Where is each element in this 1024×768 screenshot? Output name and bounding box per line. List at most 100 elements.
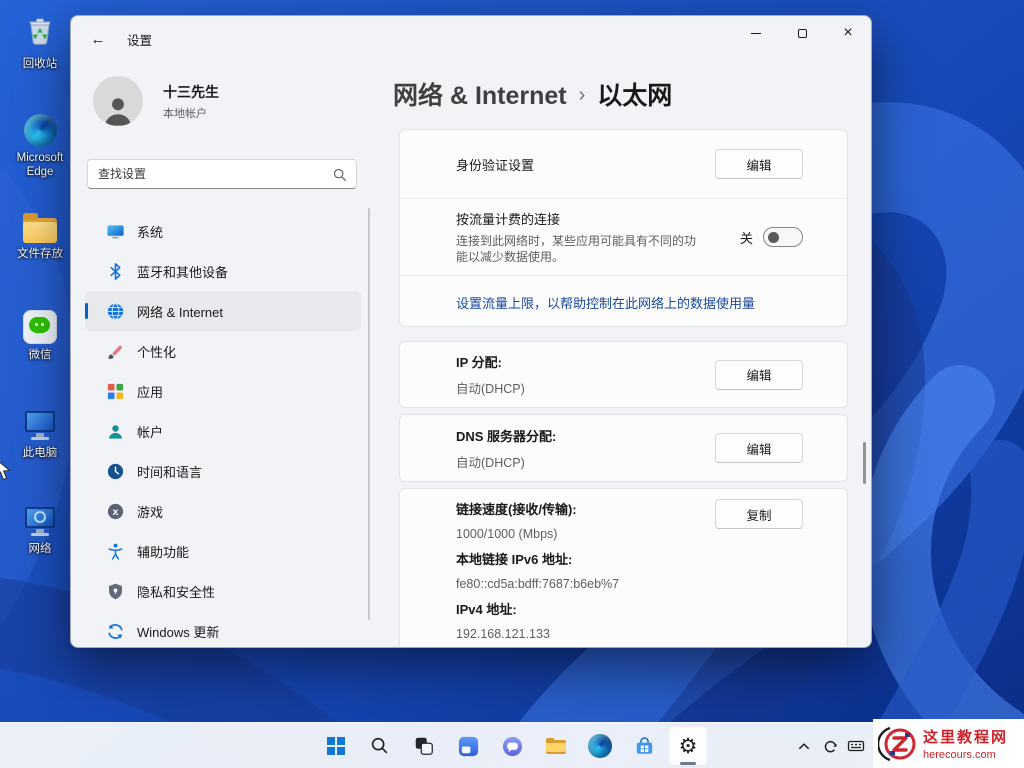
user-profile[interactable]: 十三先生 本地帐户 <box>93 76 219 126</box>
avatar <box>93 76 143 126</box>
edge-button[interactable] <box>580 726 620 766</box>
start-button[interactable] <box>316 726 356 766</box>
personalization-icon <box>105 341 125 361</box>
search-button[interactable] <box>360 726 400 766</box>
content-scrollbar-thumb[interactable] <box>863 442 866 484</box>
desktop: 回收站 Microsoft Edge 文件存放 微信 此电脑 网络 ← 设置 × <box>0 0 1024 768</box>
copy-button[interactable]: 复制 <box>715 499 803 529</box>
keyboard-icon <box>847 740 865 752</box>
toggle-switch[interactable] <box>763 227 803 247</box>
desktop-icon-folder[interactable]: 文件存放 <box>8 212 72 261</box>
sidebar-item-accessibility[interactable]: 辅助功能 <box>85 531 361 571</box>
sidebar-scrollbar[interactable] <box>368 208 370 620</box>
page-title: 以太网 <box>597 82 673 110</box>
sidebar-item-gaming[interactable]: x 游戏 <box>85 491 361 531</box>
desktop-icon-network[interactable]: 网络 <box>8 504 72 556</box>
desktop-icon-label: 微信 <box>28 349 52 361</box>
sidebar-item-accounts[interactable]: 帐户 <box>85 411 361 451</box>
watermark-site-url: herecours.com <box>923 749 996 761</box>
store-icon <box>636 736 652 754</box>
apps-icon <box>105 381 125 401</box>
dns-assignment-label: DNS 服务器分配: <box>456 428 557 444</box>
search-icon <box>333 168 346 181</box>
titlebar: ← 设置 × <box>71 16 871 62</box>
store-button[interactable] <box>624 726 664 766</box>
svg-text:x: x <box>112 507 118 518</box>
file-explorer-button[interactable] <box>536 726 576 766</box>
network-globe-icon <box>105 301 125 321</box>
windows-logo-icon <box>327 737 345 755</box>
bluetooth-icon <box>105 261 125 281</box>
metered-connection-row: 按流量计费的连接 连接到此网络时，某些应用可能具有不同的功能以减少数据使用。 关 <box>400 199 847 275</box>
accessibility-icon <box>105 541 125 561</box>
system-icon <box>105 221 125 241</box>
auth-edit-button[interactable]: 编辑 <box>715 149 803 179</box>
user-name: 十三先生 <box>163 83 219 100</box>
sidebar-item-apps[interactable]: 应用 <box>85 371 361 411</box>
wechat-icon <box>23 310 57 344</box>
sidebar: 十三先生 本地帐户 系统 蓝牙和其他设备 网络 & <box>71 62 387 647</box>
toggle-state-label: 关 <box>739 230 753 246</box>
watermark-logo-icon <box>878 726 916 761</box>
metered-toggle[interactable]: 关 <box>740 227 803 247</box>
dns-edit-button[interactable]: 编辑 <box>715 433 803 463</box>
search-input[interactable] <box>88 167 332 181</box>
settings-window: ← 设置 × 十三先生 本地帐户 查找设置 系统 蓝牙和其他设备 网络 & In… <box>70 15 872 648</box>
desktop-icon-edge[interactable]: Microsoft Edge <box>8 114 72 179</box>
settings-button[interactable]: ⚙ <box>668 726 708 766</box>
chevron-up-icon <box>798 743 810 750</box>
widgets-icon <box>458 736 478 756</box>
widgets-button[interactable] <box>448 726 488 766</box>
desktop-icon-recycle-bin[interactable]: 回收站 <box>8 14 72 71</box>
sidebar-item-privacy-security[interactable]: 隐私和安全性 <box>85 571 361 611</box>
ipv6-address-label: 本地链接 IPv6 地址: <box>456 552 573 567</box>
this-pc-icon <box>23 408 57 442</box>
sidebar-item-bluetooth-devices[interactable]: 蓝牙和其他设备 <box>85 251 361 291</box>
tray-chevron-button[interactable] <box>792 730 816 762</box>
ipv4-address-value: 192.168.121.133 <box>456 627 550 641</box>
windows-update-icon <box>105 621 125 641</box>
ipv6-address-value: fe80::cd5a:bdff:7687:b6eb%7 <box>456 577 620 591</box>
ip-edit-button[interactable]: 编辑 <box>715 359 803 390</box>
settings-search[interactable] <box>87 159 357 189</box>
data-limit-link[interactable]: 设置流量上限，以帮助控制在此网络上的数据使用量 <box>456 293 755 312</box>
sidebar-item-windows-update[interactable]: Windows 更新 <box>85 611 361 647</box>
minimize-button[interactable] <box>733 16 779 50</box>
ipv4-address-label: IPv4 地址: <box>456 602 517 617</box>
metered-title: 按流量计费的连接 <box>456 212 561 227</box>
sync-arrow-icon <box>824 740 836 752</box>
account-type: 本地帐户 <box>163 107 207 120</box>
search-icon <box>371 737 388 754</box>
system-tray <box>792 723 868 768</box>
maximize-button[interactable] <box>779 16 825 50</box>
metered-description: 连接到此网络时，某些应用可能具有不同的功能以减少数据使用。 <box>456 234 697 264</box>
tray-sync-button[interactable] <box>818 730 842 762</box>
breadcrumb-root[interactable]: 网络 & Internet <box>393 76 567 112</box>
toggle-knob <box>768 231 779 243</box>
dns-assignment-value: 自动(DHCP) <box>456 455 525 470</box>
breadcrumb-separator: › <box>578 83 586 106</box>
file-explorer-icon <box>546 738 566 754</box>
tray-keyboard-button[interactable] <box>844 730 868 762</box>
desktop-icon-label: 文件存放 <box>17 248 63 260</box>
sidebar-item-network-internet[interactable]: 网络 & Internet <box>85 291 361 331</box>
sidebar-item-time-language[interactable]: 时间和语言 <box>85 451 361 491</box>
desktop-icon-label: 此电脑 <box>22 447 58 459</box>
task-view-button[interactable] <box>404 726 444 766</box>
desktop-icon-wechat[interactable]: 微信 <box>8 310 72 362</box>
time-language-icon <box>105 461 125 481</box>
sidebar-item-personalization[interactable]: 个性化 <box>85 331 361 371</box>
sidebar-item-system[interactable]: 系统 <box>85 211 361 251</box>
chat-icon <box>502 736 522 756</box>
desktop-icon-label: Microsoft Edge <box>16 152 64 178</box>
auth-settings-row: 身份验证设置 编辑 <box>400 130 847 198</box>
chat-button[interactable] <box>492 726 532 766</box>
main-content: 网络 & Internet › 以太网 身份验证设置 编辑 按流量计费的连接 连… <box>387 62 871 647</box>
ip-assignment-label: IP 分配: <box>456 355 502 370</box>
close-button[interactable]: × <box>825 16 871 50</box>
settings-nav: 系统 蓝牙和其他设备 网络 & Internet 个性化 应用 帐户 时间和语言… <box>85 211 361 647</box>
desktop-icon-label: 回收站 <box>22 58 58 70</box>
desktop-icon-this-pc[interactable]: 此电脑 <box>8 408 72 460</box>
back-button[interactable]: ← <box>81 24 115 54</box>
ip-assignment-card: IP 分配: 自动(DHCP) 编辑 <box>399 341 848 408</box>
